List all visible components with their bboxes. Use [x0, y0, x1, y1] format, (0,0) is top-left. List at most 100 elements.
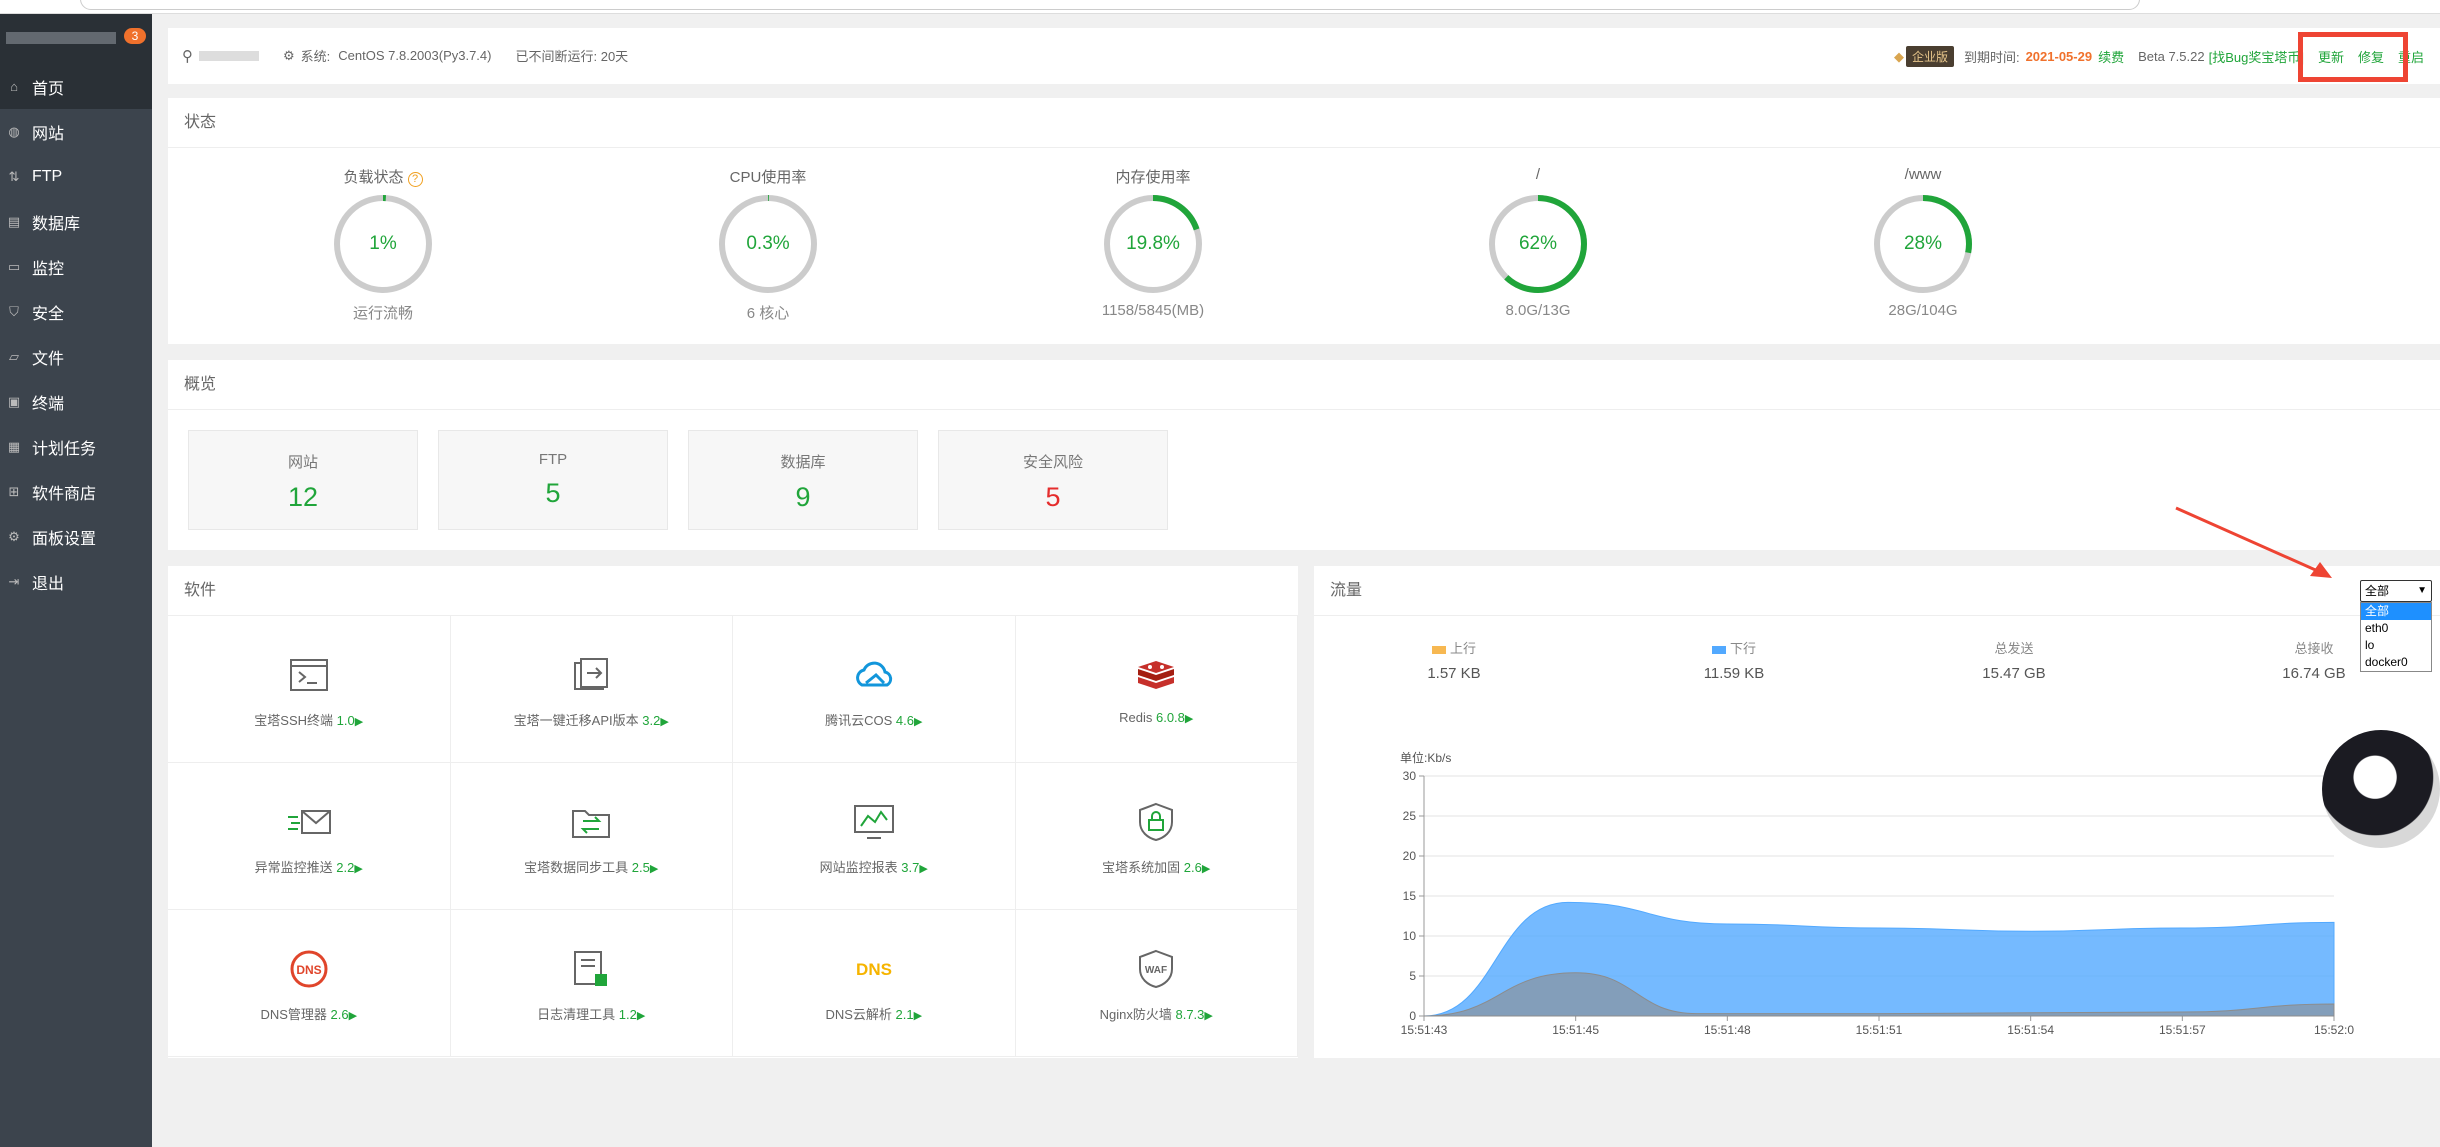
gauge-detail: 1158/5845(MB) [1101, 302, 1205, 319]
interface-select-current[interactable]: 全部 ▼ [2360, 580, 2432, 602]
software-label: 宝塔系统加固 2.6▶ [1016, 857, 1298, 876]
software-label: 腾讯云COS 4.6▶ [733, 710, 1015, 729]
play-icon[interactable]: ▶ [660, 716, 668, 728]
software-name: 网站监控报表 [819, 860, 898, 875]
software-item-0[interactable]: 宝塔SSH终端 1.0▶ [168, 616, 451, 763]
play-icon[interactable]: ▶ [919, 863, 927, 875]
user-icon[interactable]: ⚲ [182, 47, 193, 65]
sidebar-item-label: 安全 [32, 305, 65, 323]
chart-ytick-label: 25 [1403, 809, 1417, 823]
traffic-stat-label: 上行 [1354, 638, 1554, 657]
play-icon[interactable]: ▶ [355, 716, 363, 728]
chart-xtick-label: 15:51:43 [1401, 1023, 1448, 1037]
sidebar-item-7[interactable]: ▣ 终端 [0, 379, 152, 424]
play-icon[interactable]: ▶ [1185, 713, 1193, 725]
redis-icon [1133, 652, 1179, 698]
sidebar-item-1[interactable]: ◍ 网站 [0, 109, 152, 154]
sidebar-item-5[interactable]: ⛉ 安全 [0, 289, 152, 334]
bug-reward-link[interactable]: [找Bug奖宝塔币] [2209, 47, 2304, 66]
sidebar-item-label: 退出 [32, 575, 65, 593]
gauge-2[interactable]: 内存使用率 19.8% 1158/5845(MB) [1023, 166, 1283, 319]
software-item-7[interactable]: 宝塔系统加固 2.6▶ [1015, 763, 1298, 910]
gauge-3[interactable]: / 62% 8.0G/13G [1408, 166, 1668, 319]
play-icon[interactable]: ▶ [1204, 1010, 1212, 1022]
monitor-icon: ▭ [7, 258, 21, 274]
annotation-arrow [2175, 506, 2332, 578]
software-item-3[interactable]: Redis 6.0.8▶ [1015, 616, 1298, 763]
gauge-0[interactable]: 负载状态? 1% 运行流畅 [253, 166, 513, 323]
gauge-ring: 62% [1486, 192, 1590, 296]
sidebar-item-label: FTP [32, 167, 63, 185]
terminal-icon: ▣ [7, 393, 21, 409]
sidebar-item-0[interactable]: ⌂ 首页 [0, 64, 152, 109]
notification-badge[interactable]: 3 [124, 28, 146, 44]
traffic-stat-value: 16.74 GB [2282, 665, 2346, 682]
migrate-icon [568, 652, 614, 698]
software-name: 宝塔SSH终端 [254, 713, 334, 728]
sidebar: 3 ⌂ 首页 ◍ 网站 ⇅ FTP ▤ 数据库 ▭ 监控 ⛉ 安全 ▱ 文件 ▣ 终端 ▦ 计划任务 ⊞ 软件商店 ⚙ 面… [0, 14, 152, 1147]
play-icon[interactable]: ▶ [914, 1010, 922, 1022]
gauge-4[interactable]: /www 28% 28G/104G [1793, 166, 2053, 319]
user-name-blurred [199, 50, 259, 61]
chart-ytick-label: 30 [1403, 769, 1417, 783]
gauge-title-text: CPU使用率 [729, 169, 807, 186]
play-icon[interactable]: ▶ [650, 863, 658, 875]
traffic-stat-label: 下行 [1634, 638, 1834, 657]
system-label: 系统: [300, 49, 331, 64]
software-label: 异常监控推送 2.2▶ [168, 857, 450, 876]
overview-card-2[interactable]: 数据库 9 [688, 430, 918, 530]
software-version: 2.2 [336, 860, 355, 875]
software-version: 3.2 [642, 713, 661, 728]
sidebar-item-label: 面板设置 [32, 530, 97, 548]
sidebar-item-2[interactable]: ⇅ FTP [0, 154, 152, 199]
play-icon[interactable]: ▶ [914, 716, 922, 728]
software-name: Redis [1119, 710, 1153, 725]
sidebar-item-8[interactable]: ▦ 计划任务 [0, 424, 152, 469]
sidebar-item-10[interactable]: ⚙ 面板设置 [0, 514, 152, 559]
shield-icon: ⛉ [9, 303, 19, 319]
traffic-stat-3: 总接收 16.74 GB [2214, 638, 2414, 682]
software-item-1[interactable]: 宝塔一键迁移API版本 3.2▶ [450, 616, 733, 763]
sidebar-item-6[interactable]: ▱ 文件 [0, 334, 152, 379]
play-icon[interactable]: ▶ [637, 1010, 645, 1022]
gauge-detail: 运行流畅 [352, 305, 413, 322]
play-icon[interactable]: ▶ [1202, 863, 1210, 875]
overview-card-3[interactable]: 安全风险 5 [938, 430, 1168, 530]
sidebar-item-9[interactable]: ⊞ 软件商店 [0, 469, 152, 514]
interface-option[interactable]: eth0 [2361, 620, 2431, 637]
traffic-stat-label: 总发送 [1914, 638, 2114, 657]
chart-xtick-label: 15:51:48 [1704, 1023, 1751, 1037]
sidebar-item-label: 终端 [32, 395, 65, 413]
version-highlight-box [2298, 32, 2408, 82]
mail-push-icon [286, 799, 332, 845]
overview-card-1[interactable]: FTP 5 [438, 430, 668, 530]
software-label: Redis 6.0.8▶ [1016, 710, 1298, 725]
status-title: 状态 [168, 98, 2440, 148]
help-icon[interactable]: ? [407, 172, 423, 187]
software-item-9[interactable]: 日志清理工具 1.2▶ [450, 910, 733, 1057]
gauge-1[interactable]: CPU使用率 0.3% 6 核心 [638, 166, 898, 323]
mascot-avatar[interactable] [2322, 730, 2440, 848]
software-item-10[interactable]: DNS DNS云解析 2.1▶ [733, 910, 1016, 1057]
software-name: 宝塔一键迁移API版本 [513, 713, 639, 728]
sidebar-item-label: 计划任务 [32, 440, 97, 458]
interface-option[interactable]: 全部 [2361, 603, 2431, 620]
software-item-5[interactable]: 宝塔数据同步工具 2.5▶ [450, 763, 733, 910]
software-item-6[interactable]: 网站监控报表 3.7▶ [733, 763, 1016, 910]
software-item-4[interactable]: 异常监控推送 2.2▶ [168, 763, 451, 910]
gauge-title: CPU使用率 [638, 166, 898, 192]
browser-address-bar [0, 0, 2440, 14]
play-icon[interactable]: ▶ [354, 863, 362, 875]
software-item-2[interactable]: 腾讯云COS 4.6▶ [733, 616, 1016, 763]
software-item-11[interactable]: WAF Nginx防火墙 8.7.3▶ [1015, 910, 1298, 1057]
overview-card-0[interactable]: 网站 12 [188, 430, 418, 530]
url-field[interactable] [80, 0, 2140, 10]
software-item-8[interactable]: DNS DNS管理器 2.6▶ [168, 910, 451, 1057]
home-icon: ⌂ [10, 79, 18, 94]
monitor-chart-icon [851, 799, 897, 845]
sidebar-item-3[interactable]: ▤ 数据库 [0, 199, 152, 244]
play-icon[interactable]: ▶ [349, 1010, 357, 1022]
renew-link[interactable]: 续费 [2098, 47, 2124, 66]
sidebar-item-11[interactable]: ⇥ 退出 [0, 559, 152, 604]
sidebar-item-4[interactable]: ▭ 监控 [0, 244, 152, 289]
